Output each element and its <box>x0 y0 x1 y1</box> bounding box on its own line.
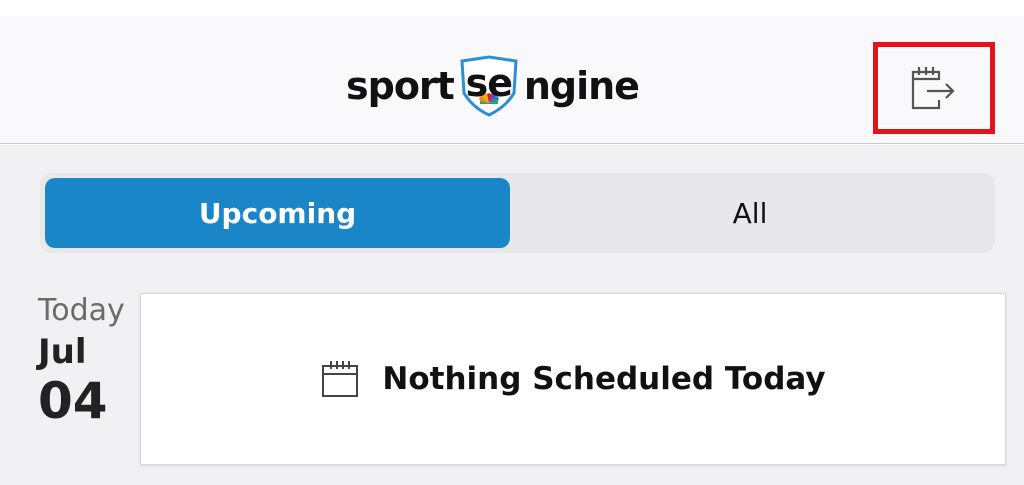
date-relative: Today <box>38 293 125 328</box>
logo-text-left: sport <box>346 64 455 108</box>
calendar-export-button[interactable] <box>873 42 995 134</box>
app-screen: sport se ngine Upcoming All Today Jul 04… <box>0 0 1024 485</box>
empty-state-message: Nothing Scheduled Today <box>382 361 826 397</box>
logo-text-shield: se <box>465 61 513 105</box>
date-day: 04 <box>38 372 108 430</box>
date-month: Jul <box>38 332 87 372</box>
date-label: Today Jul 04 <box>38 293 138 429</box>
logo-shield-icon: se <box>456 55 522 117</box>
sportsengine-logo: sport se ngine <box>346 54 691 118</box>
calendar-icon <box>322 361 359 397</box>
empty-schedule-card: Nothing Scheduled Today <box>140 293 1006 465</box>
tab-all[interactable]: All <box>510 178 990 248</box>
empty-state: Nothing Scheduled Today <box>320 359 826 399</box>
tab-upcoming[interactable]: Upcoming <box>45 178 510 248</box>
logo-text-right: ngine <box>523 64 640 108</box>
app-header: sport se ngine <box>0 16 1024 144</box>
calendar-export-icon <box>911 67 955 110</box>
schedule-content: Upcoming All Today Jul 04 Nothing Schedu… <box>0 145 1024 485</box>
schedule-tabs: Upcoming All <box>40 173 995 253</box>
